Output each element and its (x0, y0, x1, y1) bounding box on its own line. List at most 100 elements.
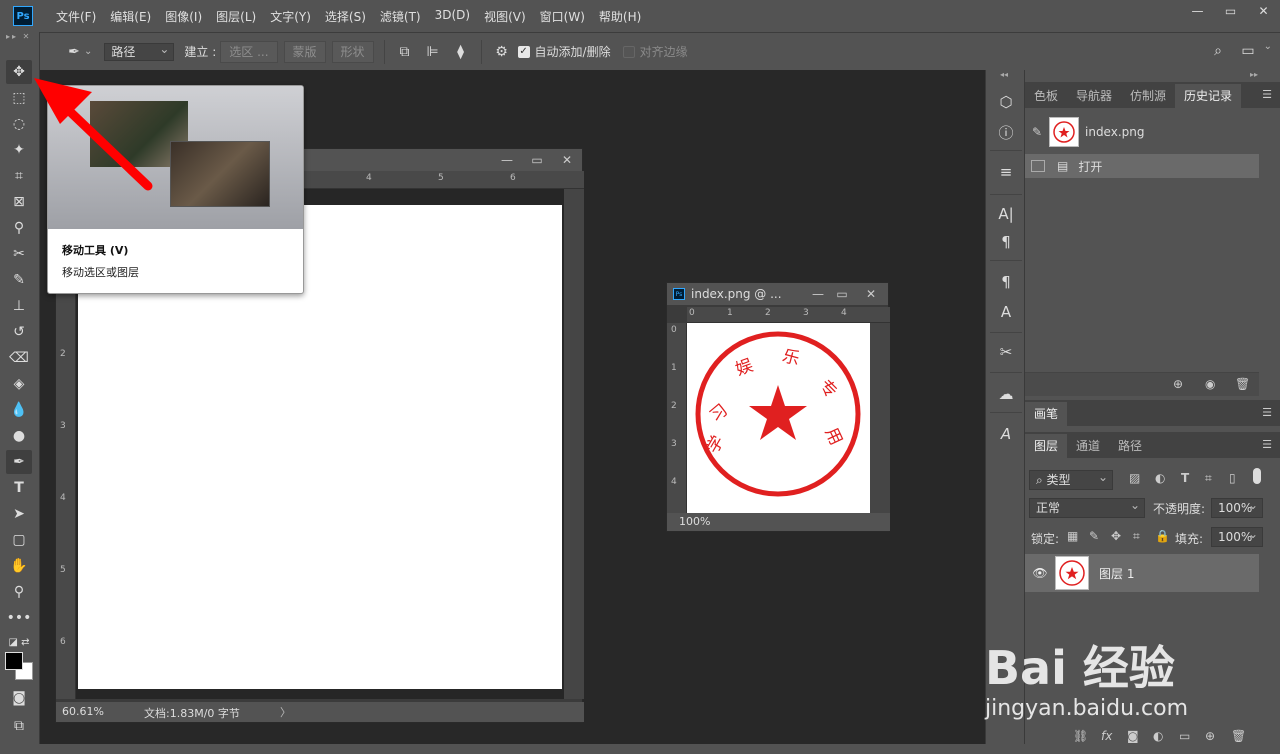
dodge-tool-icon[interactable]: ● (6, 424, 32, 448)
shape-layer-filter-icon[interactable]: ⌗ (1205, 471, 1212, 486)
align-edges-checkbox[interactable]: 对齐边缘 (622, 43, 688, 60)
vertical-scrollbar[interactable] (870, 323, 890, 513)
filter-toggle[interactable] (1253, 468, 1261, 484)
menu-select[interactable]: 选择(S) (318, 8, 373, 25)
collapse-icon[interactable]: ▸▸ (1250, 70, 1258, 79)
lock-position-icon[interactable]: ✥ (1111, 529, 1121, 543)
tab-clone-source[interactable]: 仿制源 (1121, 84, 1175, 108)
quick-mask-icon[interactable]: ◙ (6, 686, 32, 710)
lock-artboard-icon[interactable]: ⌗ (1133, 529, 1140, 544)
menu-help[interactable]: 帮助(H) (592, 8, 648, 25)
menu-filter[interactable]: 滤镜(T) (373, 8, 428, 25)
eye-icon[interactable]: 👁 (1025, 566, 1055, 580)
restore-button[interactable]: ▭ (1214, 0, 1247, 22)
history-brush-tool-icon[interactable]: ↺ (6, 320, 32, 344)
tab-navigator[interactable]: 导航器 (1067, 84, 1121, 108)
rectangle-tool-icon[interactable]: ▢ (6, 528, 32, 552)
path-arrangement-icon[interactable]: ⧫ (451, 42, 471, 62)
screen-mode-icon[interactable]: ⧉ (6, 714, 32, 738)
3d-cube-icon[interactable]: ⬡ (994, 90, 1018, 114)
eyedropper-tool-icon[interactable]: ⚲ (6, 216, 32, 240)
path-selection-tool-icon[interactable]: ➤ (6, 502, 32, 526)
glyphs-icon[interactable]: A (994, 422, 1018, 446)
make-shape-button[interactable]: 形状 (331, 40, 374, 63)
lock-image-icon[interactable]: ✎ (1089, 529, 1099, 543)
auto-add-delete-checkbox[interactable]: ✓ 自动添加/删除 (517, 43, 611, 60)
doc-close-button[interactable]: ✕ (854, 283, 888, 305)
libraries-icon[interactable]: ☁ (994, 382, 1018, 406)
paragraph-icon[interactable]: ¶ (994, 230, 1018, 254)
opacity-field[interactable]: 100% (1211, 496, 1263, 518)
doc-restore-button[interactable]: ▭ (830, 283, 854, 305)
clone-stamp-tool-icon[interactable]: ⊥ (6, 294, 32, 318)
info-icon[interactable]: ⓘ (994, 120, 1018, 144)
menu-window[interactable]: 窗口(W) (533, 8, 592, 25)
tool-presets-icon[interactable]: ✂ (994, 340, 1018, 364)
stamp-zoom-level[interactable]: 100% (679, 515, 710, 528)
paint-bucket-tool-icon[interactable]: ◈ (6, 372, 32, 396)
character-icon[interactable]: A| (994, 202, 1018, 226)
doc-minimize-button[interactable]: — (492, 149, 522, 171)
type-tool-icon[interactable]: T (6, 476, 32, 500)
tab-channels[interactable]: 通道 (1067, 434, 1109, 458)
menu-view[interactable]: 视图(V) (477, 8, 533, 25)
menu-type[interactable]: 文字(Y) (263, 8, 318, 25)
pen-tool-icon[interactable]: ✒ (6, 450, 32, 474)
path-operations-icon[interactable]: ⧉ (395, 42, 415, 62)
type-layer-filter-icon[interactable]: T (1181, 471, 1189, 485)
gear-icon[interactable]: ⚙ (492, 42, 512, 62)
workspace-icon[interactable]: ▭ (1238, 41, 1258, 61)
pixel-layer-filter-icon[interactable]: ▨ (1129, 471, 1140, 485)
zoom-tool-icon[interactable]: ⚲ (6, 580, 32, 604)
layer-name[interactable]: 图层 1 (1099, 565, 1134, 582)
tab-history[interactable]: 历史记录 (1175, 84, 1242, 108)
healing-brush-tool-icon[interactable]: ✂ (6, 242, 32, 266)
doc-restore-button[interactable]: ▭ (522, 149, 552, 171)
doc-minimize-button[interactable]: — (806, 283, 830, 305)
chevron-right-icon[interactable]: 〉 (280, 704, 291, 720)
make-selection-button[interactable]: 选区 ... (220, 40, 278, 63)
swap-colors-icon[interactable]: ◪ ⇄ (6, 630, 32, 654)
paragraph-styles-icon[interactable]: ¶ (994, 270, 1018, 294)
panel-menu-icon[interactable]: ☰ (1262, 406, 1272, 419)
vertical-scrollbar[interactable] (564, 189, 584, 699)
make-mask-button[interactable]: 蒙版 (283, 40, 326, 63)
tab-layers[interactable]: 图层 (1025, 434, 1068, 458)
fill-field[interactable]: 100% (1211, 525, 1263, 547)
menu-3d[interactable]: 3D(D) (428, 8, 477, 25)
camera-icon[interactable]: ◉ (1205, 377, 1215, 391)
more-tools-icon[interactable]: ••• (6, 606, 32, 630)
menu-layer[interactable]: 图层(L) (209, 8, 263, 25)
stamp-document-title-bar[interactable]: Ps index.png @ ... — ▭ ✕ (667, 283, 888, 305)
stamp-canvas-area[interactable]: 学 习 娱 乐 专 用 (687, 323, 870, 513)
history-snapshot-row[interactable]: ✎ index.png (1025, 116, 1259, 148)
adjustment-layer-filter-icon[interactable]: ◐ (1155, 471, 1165, 485)
smart-object-filter-icon[interactable]: ▯ (1229, 471, 1236, 485)
path-alignment-icon[interactable]: ⊫ (423, 42, 443, 62)
layer-filter-select[interactable]: ⌕ 类型 (1029, 468, 1113, 490)
tab-swatches[interactable]: 色板 (1025, 84, 1067, 108)
eraser-tool-icon[interactable]: ⌫ (6, 346, 32, 370)
zoom-level[interactable]: 60.61% (62, 705, 104, 718)
close-button[interactable]: ✕ (1247, 0, 1280, 22)
foreground-color-swatch[interactable] (5, 652, 23, 670)
trash-icon[interactable]: 🗑 (1235, 377, 1250, 391)
tab-paths[interactable]: 路径 (1109, 434, 1151, 458)
tab-brushes[interactable]: 画笔 (1025, 402, 1068, 426)
layer-row[interactable]: 👁 图层 1 (1025, 554, 1259, 592)
panel-menu-icon[interactable]: ☰ (1262, 438, 1272, 451)
chevron-down-icon[interactable]: ⌄ (1264, 41, 1272, 52)
stamp-canvas[interactable]: 学 习 娱 乐 专 用 (687, 323, 870, 513)
collapse-icon[interactable]: ◂◂ (1000, 70, 1008, 79)
blend-mode-select[interactable]: 正常 (1029, 496, 1145, 518)
character-styles-icon[interactable]: A (994, 300, 1018, 324)
panel-menu-icon[interactable]: ☰ (1262, 88, 1272, 101)
brush-tool-icon[interactable]: ✎ (6, 268, 32, 292)
lock-transparent-icon[interactable]: ▦ (1067, 529, 1078, 543)
lock-all-icon[interactable]: 🔒 (1155, 529, 1170, 543)
blur-tool-icon[interactable]: 💧 (6, 398, 32, 422)
new-document-from-state-icon[interactable]: ⊕ (1173, 377, 1183, 391)
doc-close-button[interactable]: ✕ (552, 149, 582, 171)
history-state-open[interactable]: ▤ 打开 (1025, 154, 1259, 178)
minimize-button[interactable]: — (1181, 0, 1214, 22)
